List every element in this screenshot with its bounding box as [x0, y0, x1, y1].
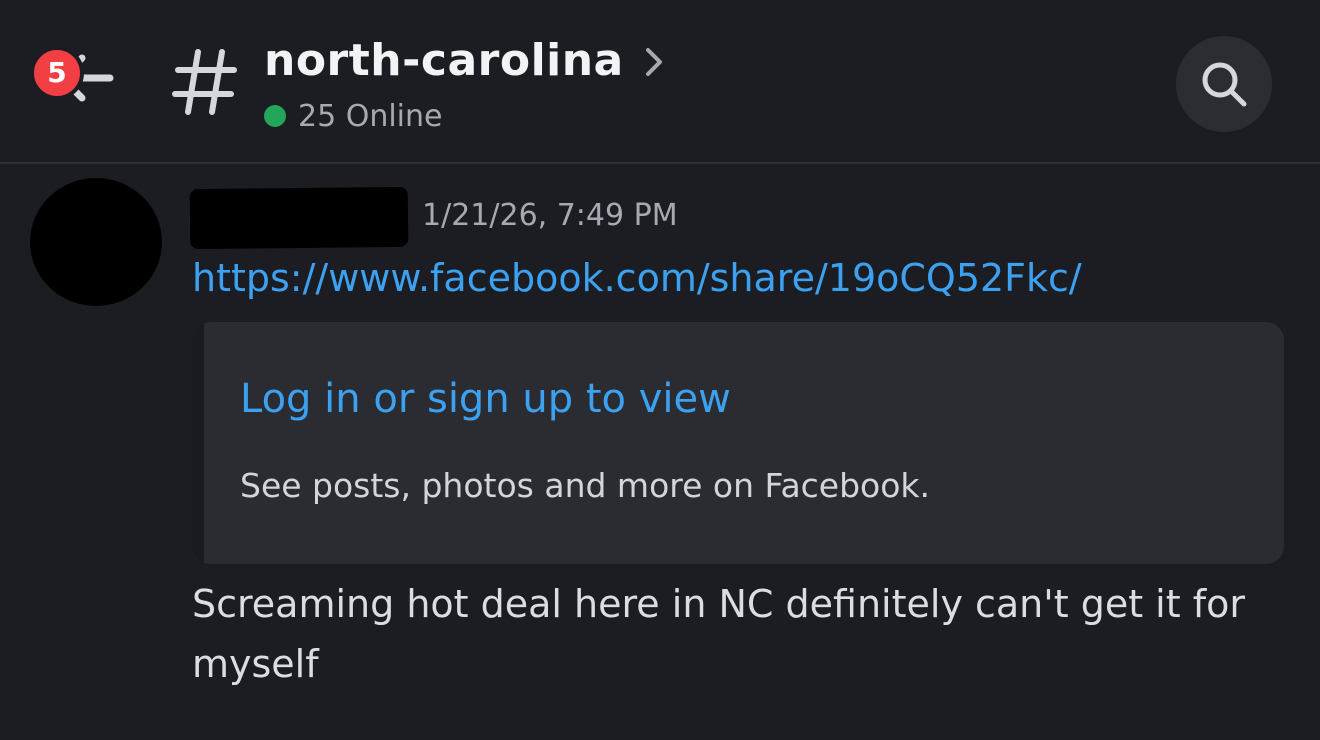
- chat-screen: 5 north-carolina 25 Online 1/21/26, 7:49…: [0, 0, 1320, 740]
- channel-name: north-carolina: [264, 34, 624, 86]
- embed-description: See posts, photos and more on Facebook.: [240, 466, 931, 505]
- online-status: 25 Online: [264, 96, 442, 136]
- message-timestamp: 1/21/26, 7:49 PM: [422, 198, 678, 233]
- avatar[interactable]: [30, 178, 162, 306]
- link-embed[interactable]: Log in or sign up to view See posts, pho…: [192, 322, 1284, 564]
- embed-title[interactable]: Log in or sign up to view: [240, 374, 731, 424]
- unread-badge: 5: [30, 46, 84, 100]
- message-text: Screaming hot deal here in NC definitely…: [192, 582, 1245, 686]
- chevron-right-icon: [645, 48, 662, 76]
- channel-title-button[interactable]: north-carolina: [264, 30, 664, 90]
- username[interactable]: [189, 186, 409, 250]
- channel-header: 5 north-carolina 25 Online: [0, 0, 1320, 164]
- chat-message: 1/21/26, 7:49 PM https://www.facebook.co…: [0, 166, 1320, 740]
- search-icon: [1202, 62, 1247, 107]
- search-button[interactable]: [1176, 36, 1272, 132]
- message-link[interactable]: https://www.facebook.com/share/19oCQ52Fk…: [192, 254, 1082, 302]
- embed-accent-bar: [192, 322, 204, 564]
- online-count: 25 Online: [298, 98, 443, 134]
- hash-icon: [172, 49, 237, 115]
- online-dot-icon: [264, 105, 286, 127]
